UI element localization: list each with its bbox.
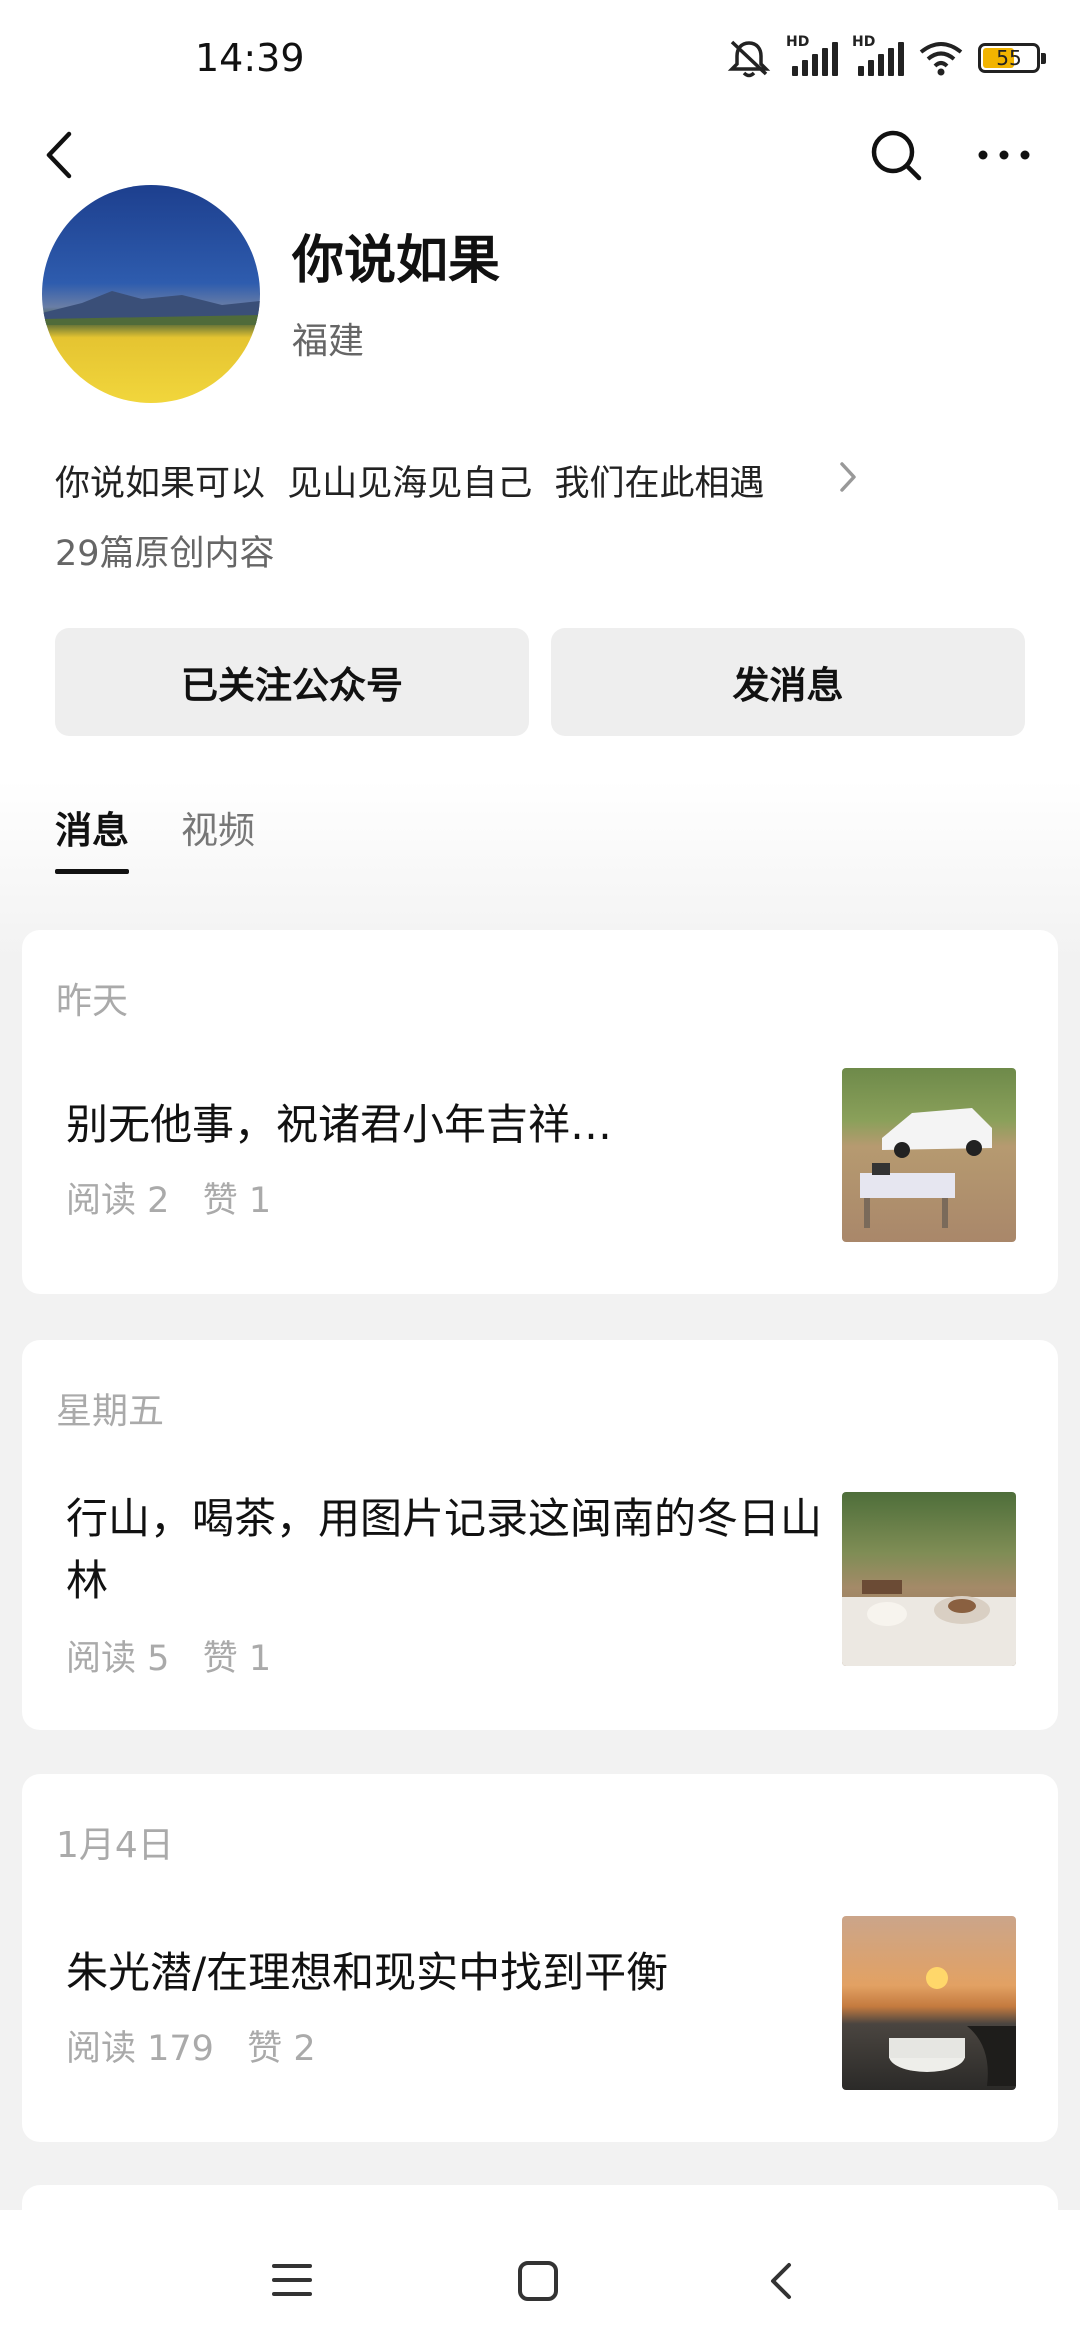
status-icons: HD HD 55 xyxy=(726,34,1046,78)
article-stats: 阅读 5 赞 1 xyxy=(66,1639,272,1679)
sunset-tea-image xyxy=(889,1967,1016,2086)
back-arrow-icon xyxy=(771,2263,791,2299)
hd-label: HD xyxy=(852,34,876,50)
send-message-button[interactable]: 发消息 xyxy=(551,628,1025,736)
profile-name: 你说如果 xyxy=(292,231,501,291)
more-icon xyxy=(978,150,1030,160)
status-bar: 14:39 HD HD 55 xyxy=(0,0,1080,110)
wifi-icon xyxy=(919,42,963,76)
more-button[interactable] xyxy=(974,125,1034,185)
article-date: 昨天 xyxy=(56,981,129,1022)
battery-level: 55 xyxy=(996,46,1022,70)
car-picnic-image xyxy=(860,1108,992,1228)
battery-icon: 55 xyxy=(978,43,1046,73)
profile-region: 福建 xyxy=(292,321,365,362)
article-thumbnail[interactable] xyxy=(842,1492,1016,1666)
article-thumbnail[interactable] xyxy=(842,1916,1016,2090)
search-button[interactable] xyxy=(866,125,926,185)
system-back-button[interactable] xyxy=(752,2253,808,2309)
status-time: 14:39 xyxy=(195,36,305,80)
article-card[interactable]: 星期五 行山，喝茶，用图片记录这闽南的冬日山林 阅读 5 赞 1 xyxy=(22,1340,1058,1730)
content-tabs: 消息 视频 xyxy=(55,800,255,874)
follow-button[interactable]: 已关注公众号 xyxy=(55,628,529,736)
profile-bio[interactable]: 你说如果可以 见山见海见自己 我们在此相遇 xyxy=(55,455,765,506)
chevron-right-icon[interactable] xyxy=(838,460,858,494)
article-title[interactable]: 朱光潜/在理想和现实中找到平衡 xyxy=(66,1942,836,2004)
hd-label: HD xyxy=(786,34,810,50)
home-button[interactable] xyxy=(510,2253,566,2309)
article-date: 1月4日 xyxy=(56,1825,174,1866)
signal-icon-1: HD xyxy=(786,34,838,76)
recents-button[interactable] xyxy=(270,2255,314,2305)
article-title[interactable]: 行山，喝茶，用图片记录这闽南的冬日山林 xyxy=(66,1488,836,1612)
article-thumbnail[interactable] xyxy=(842,1068,1016,1242)
article-card[interactable]: 1月4日 朱光潜/在理想和现实中找到平衡 阅读 179 赞 2 xyxy=(22,1774,1058,2142)
mute-icon xyxy=(727,40,771,78)
original-content-count: 29篇原创内容 xyxy=(55,534,275,574)
search-icon xyxy=(871,130,922,181)
article-title[interactable]: 别无他事，祝诸君小年吉祥… xyxy=(66,1094,836,1156)
article-stats: 阅读 2 赞 1 xyxy=(66,1181,272,1221)
signal-icon-2: HD xyxy=(852,34,904,76)
home-square-icon xyxy=(518,2261,558,2301)
avatar[interactable] xyxy=(42,185,260,403)
avatar-landscape xyxy=(42,291,260,325)
back-button[interactable] xyxy=(28,125,88,185)
back-icon xyxy=(46,131,72,179)
system-nav-bar xyxy=(0,2210,1080,2340)
tab-videos[interactable]: 视频 xyxy=(181,800,255,874)
tab-messages[interactable]: 消息 xyxy=(55,800,129,874)
menu-icon xyxy=(272,2264,312,2296)
article-date: 星期五 xyxy=(56,1391,165,1432)
article-stats: 阅读 179 赞 2 xyxy=(66,2029,316,2069)
tea-table-image xyxy=(842,1580,1016,1666)
article-card[interactable]: 昨天 别无他事，祝诸君小年吉祥… 阅读 2 赞 1 xyxy=(22,930,1058,1294)
